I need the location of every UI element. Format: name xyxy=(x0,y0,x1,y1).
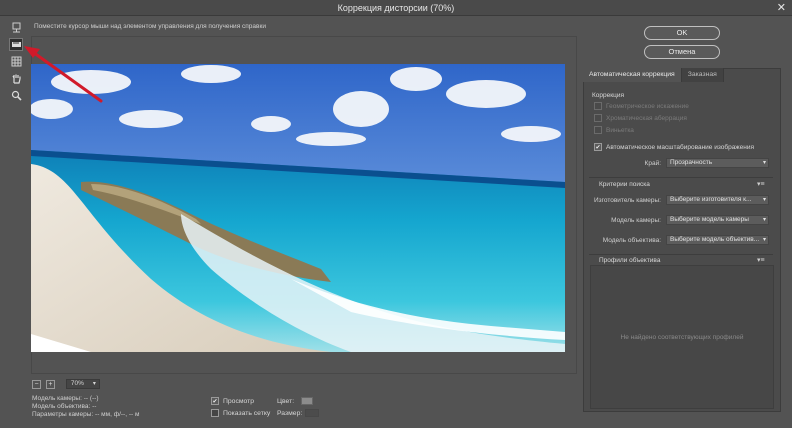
edge-label: Край: xyxy=(644,160,661,167)
help-hint: Поместите курсор мыши над элементом упра… xyxy=(34,23,266,30)
move-grid-tool-icon[interactable] xyxy=(9,55,23,68)
dialog-title: Коррекция дисторсии (70%) xyxy=(337,3,455,13)
cancel-button[interactable]: Отмена xyxy=(644,45,720,59)
tab-custom[interactable]: Заказная xyxy=(681,68,724,82)
edge-select-value: Прозрачность xyxy=(670,159,713,166)
straighten-tool-icon[interactable] xyxy=(9,38,23,51)
chromatic-aberration-checkbox[interactable] xyxy=(594,114,602,122)
grid-size-label: Размер: xyxy=(277,409,303,417)
no-profiles-message: Не найдено соответствующих профилей xyxy=(620,334,744,341)
camera-params-info: Параметры камеры: -- мм, ф/--, -- м xyxy=(32,411,140,418)
show-grid-label: Показать сетку xyxy=(223,409,271,417)
camera-maker-select-value: Выберите изготовителя к... xyxy=(670,196,752,203)
camera-info: Модель камеры: -- (--) Модель объектива:… xyxy=(32,395,139,419)
zoom-level-select[interactable]: 70% ▾ xyxy=(65,379,100,389)
auto-scale-checkbox[interactable]: ✔ xyxy=(594,143,602,151)
lens-model-select-value: Выберите модель объектив... xyxy=(670,236,760,243)
panel-menu-icon[interactable]: ▾≡ xyxy=(757,180,765,188)
camera-model-info: Модель камеры: -- (--) xyxy=(32,395,99,402)
show-grid-checkbox[interactable] xyxy=(211,409,219,417)
chromatic-aberration-label: Хроматическая аберрация xyxy=(606,114,687,122)
section-divider xyxy=(589,254,773,255)
hand-tool-icon[interactable] xyxy=(9,72,23,85)
chevron-down-icon: ▾ xyxy=(762,197,766,203)
auto-scale-label: Автоматическое масштабирование изображен… xyxy=(606,143,755,151)
tool-palette xyxy=(9,21,27,101)
camera-maker-label: Изготовитель камеры: xyxy=(593,197,661,204)
lens-correction-dialog: Коррекция дисторсии (70%) ✕ Поместите ку… xyxy=(0,0,792,428)
chevron-down-icon: ▾ xyxy=(762,237,766,243)
vignette-option[interactable]: Виньетка xyxy=(594,126,634,134)
lens-model-select[interactable]: Выберите модель объектив... ▾ xyxy=(666,235,769,245)
geometric-distortion-checkbox[interactable] xyxy=(594,102,602,110)
preview-photo[interactable] xyxy=(31,64,565,352)
camera-model-select-value: Выберите модель камеры xyxy=(670,216,749,223)
camera-maker-select[interactable]: Выберите изготовителя к... ▾ xyxy=(666,195,769,205)
section-divider xyxy=(589,177,773,178)
chromatic-aberration-option[interactable]: Хроматическая аберрация xyxy=(594,114,687,122)
camera-model-label: Модель камеры: xyxy=(611,217,661,224)
edge-select[interactable]: Прозрачность ▾ xyxy=(666,158,769,168)
lens-model-label: Модель объектива: xyxy=(602,237,661,244)
preview-checkbox[interactable]: ✔ xyxy=(211,397,219,405)
grid-size-select[interactable] xyxy=(305,409,319,417)
remove-distortion-tool-icon[interactable] xyxy=(9,21,23,34)
chevron-down-icon: ▾ xyxy=(762,217,766,223)
tab-auto-correction[interactable]: Автоматическая коррекция xyxy=(583,68,682,82)
geometric-distortion-option[interactable]: Геометрическое искажение xyxy=(594,102,689,110)
vignette-label: Виньетка xyxy=(606,126,634,134)
preview-label: Просмотр xyxy=(223,397,255,405)
search-criteria-title: Критерии поиска xyxy=(599,181,650,188)
auto-scale-option[interactable]: ✔ Автоматическое масштабирование изображ… xyxy=(594,143,754,151)
chevron-down-icon: ▾ xyxy=(92,381,96,387)
camera-model-select[interactable]: Выберите модель камеры ▾ xyxy=(666,215,769,225)
zoom-tool-icon[interactable] xyxy=(9,89,23,102)
lens-model-info: Модель объектива: -- xyxy=(32,403,97,410)
preview-options: ✔ Просмотр Цвет: Показать сетку Размер: xyxy=(211,395,351,419)
profiles-menu-icon[interactable]: ▾≡ xyxy=(757,256,765,264)
zoom-in-button[interactable]: + xyxy=(45,379,55,389)
zoom-out-button[interactable]: − xyxy=(32,379,41,389)
lens-profiles-title: Профили объектива xyxy=(599,257,661,264)
ok-button[interactable]: OK xyxy=(644,26,720,40)
zoom-level-value: 70% xyxy=(70,380,84,387)
settings-tabs: Автоматическая коррекция Заказная xyxy=(583,68,724,82)
chevron-down-icon: ▾ xyxy=(762,160,766,166)
close-icon[interactable]: ✕ xyxy=(777,1,786,14)
title-bar: Коррекция дисторсии (70%) ✕ xyxy=(0,0,792,16)
grid-color-label: Цвет: xyxy=(277,397,295,405)
zoom-controls: − + 70% ▾ xyxy=(32,379,332,391)
correction-section-title: Коррекция xyxy=(592,92,624,99)
vignette-checkbox[interactable] xyxy=(594,126,602,134)
geometric-distortion-label: Геометрическое искажение xyxy=(606,102,689,110)
grid-color-swatch[interactable] xyxy=(301,397,313,405)
